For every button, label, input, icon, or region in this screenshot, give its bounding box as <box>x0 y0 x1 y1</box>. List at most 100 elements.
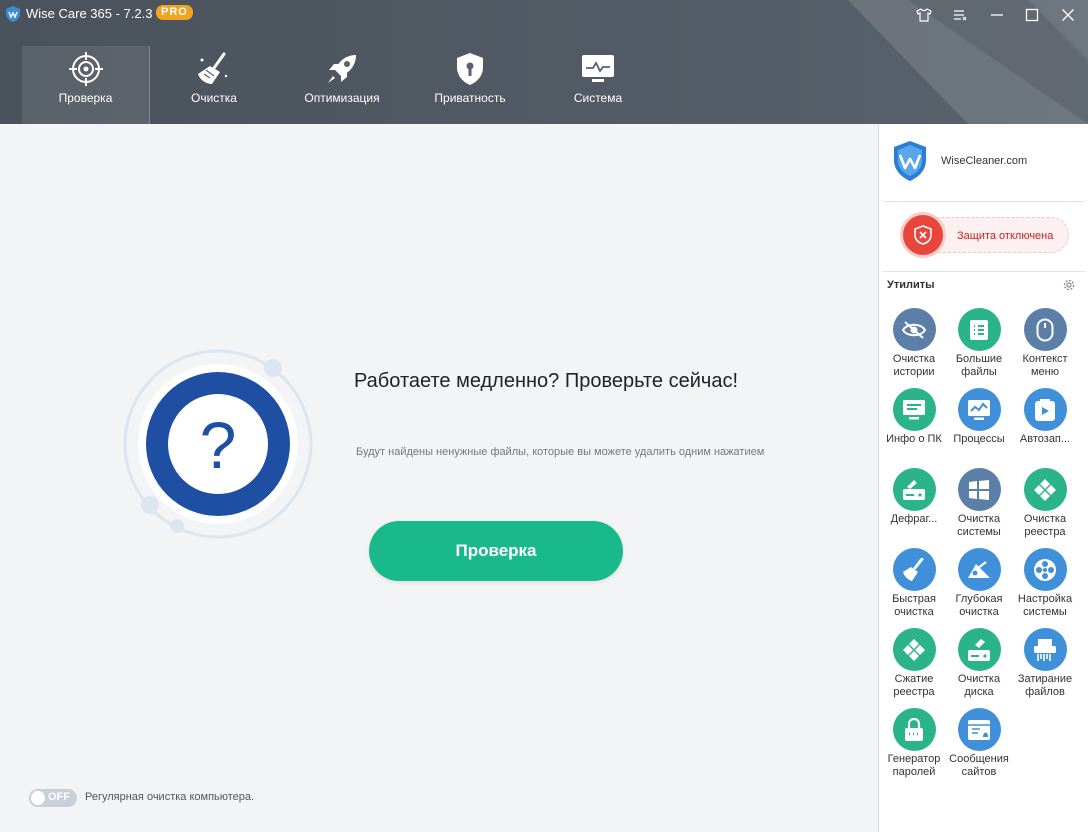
mouse-icon <box>1023 308 1067 351</box>
right-sidebar: WiseCleaner.com Защита отключена Утилиты… <box>878 124 1088 832</box>
eye-off-icon <box>892 308 936 351</box>
tool-system-tuneup[interactable]: Настройка системы <box>1012 548 1078 619</box>
tool-label: Сообщения сайтов <box>949 753 1009 778</box>
tool-label: Генератор паролей <box>887 753 941 778</box>
defrag-icon <box>892 468 936 511</box>
tool-registry-defrag[interactable]: Сжатие реестра <box>881 628 947 699</box>
tool-label: Контекст меню <box>1022 353 1068 378</box>
minimize-button[interactable] <box>986 4 1008 26</box>
maximize-icon <box>1025 8 1039 22</box>
main-nav: Проверка Очистка Оптимизация Приватность… <box>22 46 662 124</box>
wisecleaner-logo-icon[interactable] <box>893 140 927 182</box>
tool-label: Большие файлы <box>955 353 1003 378</box>
hero-title: Работаете медленно? Проверьте сейчас! <box>354 370 738 392</box>
shield-x-icon <box>914 225 932 245</box>
question-illustration: ? <box>123 349 313 539</box>
tool-system-cleaner[interactable]: Очистка системы <box>946 468 1012 539</box>
tool-label: Очистка диска <box>957 673 1001 698</box>
tool-defrag[interactable]: Дефраг... <box>881 468 947 526</box>
target-icon <box>68 52 103 86</box>
scheduled-cleaning-toggle[interactable]: OFF <box>29 789 77 807</box>
tab-privacy-label: Приватность <box>434 91 506 105</box>
brand-link[interactable]: WiseCleaner.com <box>941 155 1027 167</box>
registry-compress-icon <box>892 628 936 671</box>
tool-disk-cleaner[interactable]: Очистка диска <box>946 628 1012 699</box>
tab-cleanup[interactable]: Очистка <box>150 46 278 124</box>
tool-history-cleaner[interactable]: Очистка истории <box>881 308 947 379</box>
broom-icon <box>198 52 228 84</box>
tool-label: Сжатие реестра <box>893 673 935 698</box>
maximize-button[interactable] <box>1021 4 1043 26</box>
tool-web-notifications[interactable]: Сообщения сайтов <box>946 708 1012 779</box>
main-panel: ? Работаете медленно? Проверьте сейчас! … <box>0 124 878 832</box>
tool-pc-info[interactable]: Инфо о ПК <box>881 388 947 446</box>
tool-label: Процессы <box>953 433 1005 445</box>
monitor-icon <box>582 55 614 82</box>
tab-optimization-label: Оптимизация <box>304 91 380 105</box>
pc-info-icon <box>892 388 936 431</box>
tab-privacy[interactable]: Приватность <box>406 46 534 124</box>
registry-icon <box>1023 468 1067 511</box>
tool-startup[interactable]: Автозап... <box>1012 388 1078 446</box>
tool-processes[interactable]: Процессы <box>946 388 1012 446</box>
minimize-icon <box>991 14 1003 16</box>
tool-password-generator[interactable]: Генератор паролей <box>881 708 947 779</box>
utilities-title: Утилиты <box>887 279 935 291</box>
tool-label: Настройка системы <box>1017 593 1073 618</box>
disk-clean-icon <box>957 628 1001 671</box>
tool-large-files[interactable]: Большие файлы <box>946 308 1012 379</box>
file-list-icon <box>957 308 1001 351</box>
fan-icon <box>1023 548 1067 591</box>
toggle-label: Регулярная очистка компьютера. <box>85 791 255 803</box>
divider <box>883 271 1085 272</box>
tshirt-icon <box>916 8 932 22</box>
tab-check[interactable]: Проверка <box>22 46 150 124</box>
toggle-state: OFF <box>48 791 70 803</box>
tool-file-shredder[interactable]: Затирание файлов <box>1012 628 1078 699</box>
shredder-icon <box>1023 628 1067 671</box>
process-icon <box>957 388 1001 431</box>
tool-label: Затирание файлов <box>1017 673 1073 698</box>
divider <box>883 201 1085 202</box>
tab-system[interactable]: Система <box>534 46 662 124</box>
app-logo-icon <box>6 6 20 22</box>
tool-quick-clean[interactable]: Быстрая очистка <box>881 548 947 619</box>
tab-cleanup-label: Очистка <box>191 91 237 105</box>
tool-context-menu[interactable]: Контекст меню <box>1012 308 1078 379</box>
tool-deep-clean[interactable]: Глубокая очистка <box>946 548 1012 619</box>
scan-button[interactable]: Проверка <box>369 521 623 581</box>
hero-subtitle: Будут найдены ненужные файлы, которые вы… <box>356 446 765 458</box>
tab-check-label: Проверка <box>58 91 113 105</box>
tool-label: Очистка реестра <box>1023 513 1067 538</box>
close-button[interactable] <box>1057 4 1079 26</box>
toggle-knob <box>31 791 45 805</box>
tool-label: Автозап... <box>1019 433 1071 445</box>
header-bar: Wise Care 365 - 7.2.3 PRO Проверка Очист… <box>0 0 1088 124</box>
tab-optimization[interactable]: Оптимизация <box>278 46 406 124</box>
menu-button[interactable] <box>949 4 971 26</box>
startup-icon <box>1023 388 1067 431</box>
tab-system-label: Система <box>573 91 623 105</box>
tool-label: Быстрая очистка <box>892 593 936 618</box>
svg-text:?: ? <box>200 408 237 482</box>
protection-status-text: Защита отключена <box>957 230 1054 242</box>
app-title: Wise Care 365 - 7.2.3 <box>26 6 153 21</box>
tool-label: Дефраг... <box>890 513 938 525</box>
windows-icon <box>957 468 1001 511</box>
menu-icon <box>954 10 967 21</box>
brush-icon <box>892 548 936 591</box>
tool-registry-cleaner[interactable]: Очистка реестра <box>1012 468 1078 539</box>
title-bar: Wise Care 365 - 7.2.3 PRO <box>0 0 1088 30</box>
gear-icon[interactable] <box>1062 278 1076 292</box>
skin-button[interactable] <box>913 4 935 26</box>
rocket-icon <box>328 55 356 83</box>
pro-badge: PRO <box>156 5 193 20</box>
password-lock-icon <box>892 708 936 751</box>
tool-label: Очистка системы <box>957 513 1001 538</box>
close-icon <box>1062 9 1074 21</box>
deep-clean-icon <box>957 548 1001 591</box>
protection-status-indicator[interactable] <box>903 215 943 255</box>
tool-label: Глубокая очистка <box>955 593 1003 618</box>
tool-label: Очистка истории <box>892 353 936 378</box>
web-notify-icon <box>957 708 1001 751</box>
